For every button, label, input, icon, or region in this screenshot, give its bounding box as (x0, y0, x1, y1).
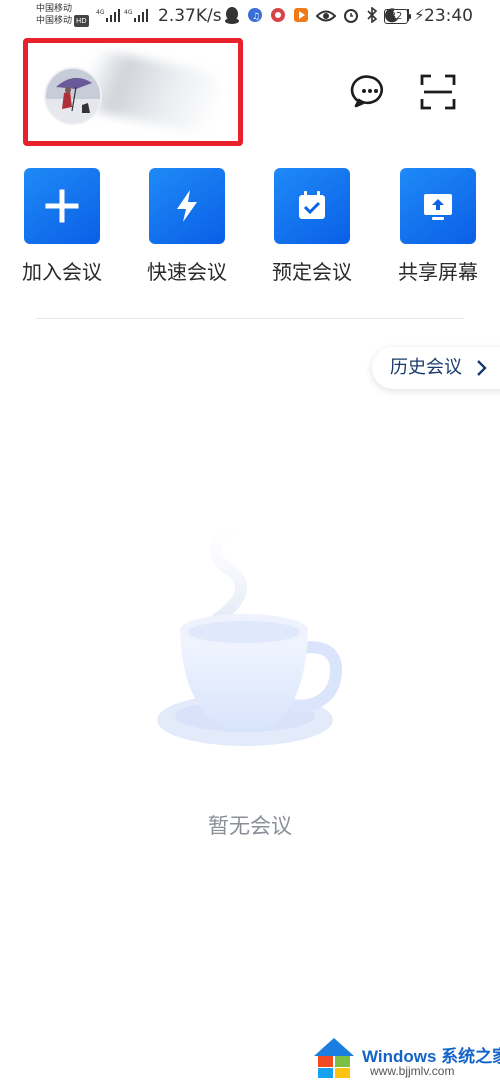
join-meeting-label: 加入会议 (22, 260, 102, 284)
schedule-meeting-label: 预定会议 (272, 260, 352, 284)
charging-icon: ⚡ (414, 6, 425, 24)
watermark-url: www.bjjmlv.com (370, 1064, 455, 1078)
eye-icon (315, 8, 337, 27)
clock: 23:40 (424, 6, 473, 26)
alarm-icon (343, 7, 359, 27)
join-meeting-button[interactable]: 加入会议 (17, 168, 107, 285)
net-type-1: 4G (96, 9, 105, 16)
blurred-username (82, 48, 224, 136)
coffee-cup-illustration (157, 524, 342, 746)
status-icons: ♫ (224, 6, 410, 28)
music-icon: ♫ (247, 7, 263, 27)
schedule-meeting-button[interactable]: 预定会议 (267, 168, 357, 285)
share-screen-button[interactable]: 共享屏幕 (393, 168, 483, 285)
net-type-2: 4G (124, 9, 133, 16)
battery-icon: 32 (384, 9, 411, 24)
carrier-1: 中国移动 (36, 4, 73, 14)
screen-share-icon (400, 168, 476, 244)
quick-meeting-button[interactable]: 快速会议 (142, 168, 232, 285)
share-screen-label: 共享屏幕 (398, 260, 478, 284)
hd-badge: HD (74, 15, 89, 27)
app-icon (270, 7, 286, 27)
signal-icon-2: 4G (124, 9, 148, 22)
bluetooth-icon (366, 6, 378, 27)
calendar-check-icon (274, 168, 350, 244)
user-avatar[interactable] (46, 69, 100, 123)
qq-icon (224, 6, 240, 28)
signal-icon: 4G (96, 9, 120, 22)
empty-state-text: 暂无会议 (208, 814, 292, 838)
lightning-icon (149, 168, 225, 244)
history-meetings-button[interactable]: 历史会议 (372, 347, 500, 389)
chat-bubble-icon[interactable] (350, 72, 390, 112)
chevron-right-icon (477, 360, 487, 376)
history-meetings-label: 历史会议 (390, 357, 462, 378)
plus-icon (24, 168, 100, 244)
status-bar: 中国移动 中国移动 HD 4G 4G 2.37K/s ♫ 32 ⚡ 23:40 (0, 0, 500, 34)
quick-meeting-label: 快速会议 (147, 260, 227, 284)
watermark: Windows 系统之家 www.bjjmlv.com (310, 1030, 500, 1084)
scan-icon[interactable] (418, 72, 458, 112)
carrier-2: 中国移动 (36, 16, 73, 26)
video-icon (293, 7, 309, 27)
net-speed: 2.37K/s (158, 6, 222, 26)
svg-text:♫: ♫ (252, 12, 260, 22)
carrier-info: 中国移动 中国移动 HD (36, 3, 89, 27)
windows-logo-icon (314, 1038, 354, 1078)
divider (36, 318, 464, 319)
highlight-box (23, 38, 243, 146)
